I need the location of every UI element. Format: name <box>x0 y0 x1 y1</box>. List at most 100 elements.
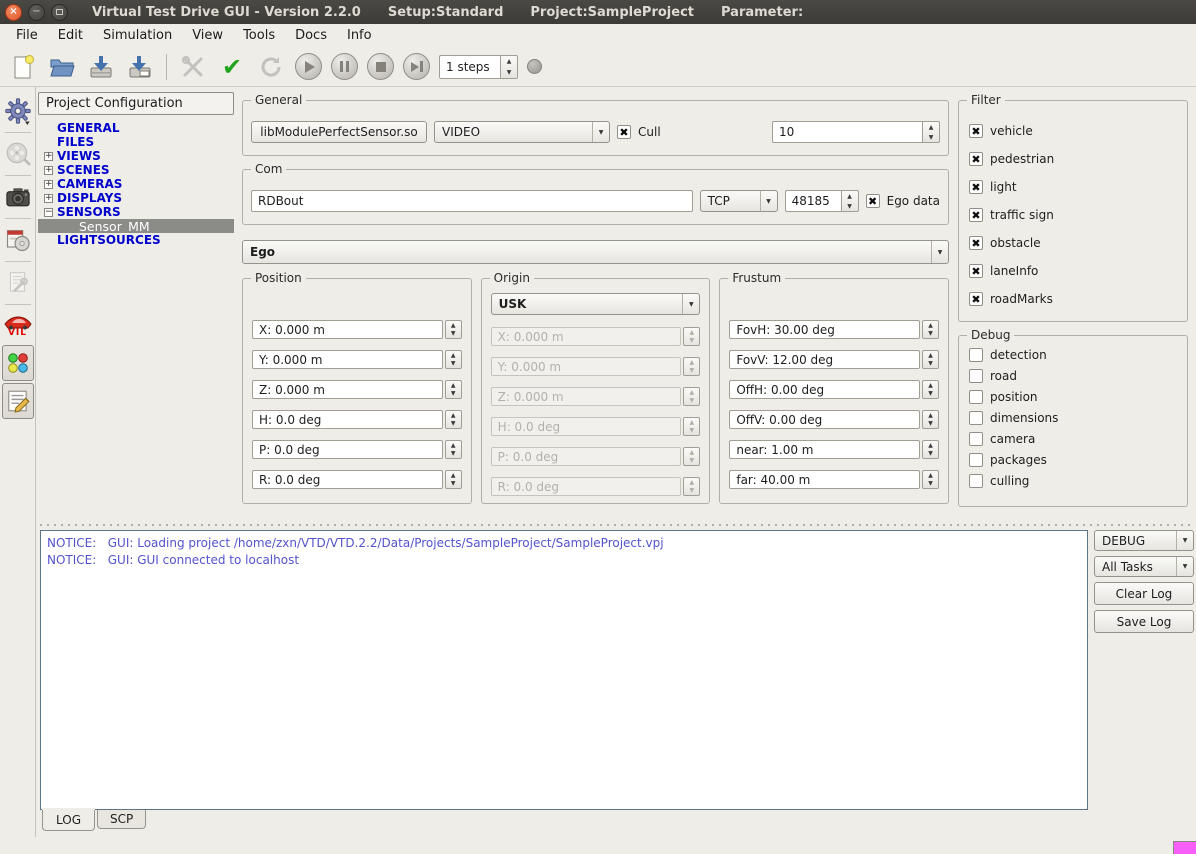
spin-buttons[interactable]: ▲ ▼ <box>922 410 940 429</box>
channel-input[interactable]: RDBout <box>251 190 693 212</box>
debug-item-detection[interactable]: detection <box>969 344 1177 365</box>
tree-item-sensors[interactable]: − SENSORS <box>38 205 234 219</box>
menu-edit[interactable]: Edit <box>48 25 93 46</box>
spin-up-icon[interactable]: ▲ <box>842 191 858 201</box>
tree-item-views[interactable]: + VIEWS <box>38 149 234 163</box>
menu-info[interactable]: Info <box>337 25 382 46</box>
spin-up-icon[interactable]: ▲ <box>923 441 938 450</box>
spin-down-icon[interactable]: ▼ <box>842 201 858 211</box>
tab-scp[interactable]: SCP <box>97 810 147 829</box>
port-spinbox[interactable]: 48185 ▲ ▼ <box>784 190 859 212</box>
spin-field[interactable]: Z: 0.000 m <box>252 380 443 399</box>
spin-field[interactable]: far: 40.00 m <box>729 470 921 489</box>
log-level-select[interactable]: DEBUG ▼ <box>1094 530 1194 551</box>
spin-down-icon[interactable]: ▼ <box>923 450 938 459</box>
position-h-spinbox[interactable]: H: 0.0 deg ▲ ▼ <box>252 410 462 429</box>
filter-item-pedestrian[interactable]: ✖ pedestrian <box>969 145 1177 173</box>
checkbox-unchecked-icon[interactable] <box>969 431 983 446</box>
steps-spin-buttons[interactable]: ▲ ▼ <box>501 54 518 79</box>
debug-item-road[interactable]: road <box>969 365 1177 386</box>
spin-buttons[interactable]: ▲ ▼ <box>922 470 940 489</box>
tree-item-displays[interactable]: + DISPLAYS <box>38 191 234 205</box>
steps-value[interactable]: 1 steps <box>439 54 501 79</box>
spin-up-icon[interactable]: ▲ <box>923 122 939 132</box>
expand-icon[interactable]: + <box>44 179 53 189</box>
collapse-icon[interactable]: − <box>44 207 53 217</box>
spin-down-icon[interactable]: ▼ <box>446 420 461 429</box>
position-x-spinbox[interactable]: X: 0.000 m ▲ ▼ <box>252 320 462 339</box>
spin-buttons[interactable]: ▲ ▼ <box>922 440 940 459</box>
spin-up-icon[interactable]: ▲ <box>446 471 461 480</box>
spin-up-icon[interactable]: ▲ <box>923 471 938 480</box>
spin-field[interactable]: near: 1.00 m <box>729 440 921 459</box>
spin-buttons[interactable]: ▲ ▼ <box>922 320 940 339</box>
debug-item-packages[interactable]: packages <box>969 449 1177 470</box>
spin-up-icon[interactable]: ▲ <box>446 411 461 420</box>
spin-up-icon[interactable]: ▲ <box>923 351 938 360</box>
debug-item-camera[interactable]: camera <box>969 428 1177 449</box>
spin-field[interactable]: OffH: 0.00 deg <box>729 380 921 399</box>
horizontal-splitter[interactable] <box>36 519 1196 530</box>
module-button[interactable]: libModulePerfectSensor.so <box>251 121 427 143</box>
save-button[interactable] <box>86 52 116 82</box>
pause-button[interactable] <box>331 53 358 80</box>
spin-buttons[interactable]: ▲ ▼ <box>444 380 462 399</box>
package-cd-button[interactable] <box>2 223 34 257</box>
spin-field[interactable]: FovH: 30.00 deg <box>729 320 921 339</box>
spin-down-icon[interactable]: ▼ <box>446 450 461 459</box>
vertical-splitter[interactable] <box>234 91 242 519</box>
spin-buttons[interactable]: ▲ ▼ <box>922 350 940 369</box>
log-viewport[interactable]: NOTICE: GUI: Loading project /home/zxn/V… <box>40 530 1088 810</box>
spin-down-icon[interactable]: ▼ <box>923 390 938 399</box>
save-log-button[interactable]: Save Log <box>1094 610 1194 633</box>
menu-file[interactable]: File <box>6 25 48 46</box>
debug-item-position[interactable]: position <box>969 386 1177 407</box>
menu-tools[interactable]: Tools <box>233 25 285 46</box>
checkbox-unchecked-icon[interactable] <box>969 452 983 467</box>
size-grip[interactable] <box>1173 841 1196 854</box>
spin-buttons[interactable]: ▲ ▼ <box>444 470 462 489</box>
checkbox-unchecked-icon[interactable] <box>969 473 983 488</box>
position-z-spinbox[interactable]: Z: 0.000 m ▲ ▼ <box>252 380 462 399</box>
tools-button[interactable] <box>178 52 208 82</box>
spin-buttons[interactable]: ▲ ▼ <box>444 320 462 339</box>
checkbox-unchecked-icon[interactable] <box>969 368 983 383</box>
spin-down-icon[interactable]: ▼ <box>923 132 939 142</box>
tree-item-scenes[interactable]: + SCENES <box>38 163 234 177</box>
position-y-spinbox[interactable]: Y: 0.000 m ▲ ▼ <box>252 350 462 369</box>
debug-item-culling[interactable]: culling <box>969 470 1177 491</box>
spin-up-icon[interactable]: ▲ <box>446 351 461 360</box>
debug-item-dimensions[interactable]: dimensions <box>969 407 1177 428</box>
frustum-fovv-spinbox[interactable]: FovV: 12.00 deg ▲ ▼ <box>729 350 940 369</box>
film-reel-button[interactable] <box>2 137 34 171</box>
validate-button[interactable]: ✔ <box>217 52 247 82</box>
filter-item-obstacle[interactable]: ✖ obstacle <box>969 229 1177 257</box>
open-project-button[interactable] <box>47 52 77 82</box>
checkbox-unchecked-icon[interactable] <box>969 347 983 362</box>
spin-up-icon[interactable]: ▲ <box>923 381 938 390</box>
clear-log-button[interactable]: Clear Log <box>1094 582 1194 605</box>
frustum-offh-spinbox[interactable]: OffH: 0.00 deg ▲ ▼ <box>729 380 940 399</box>
stop-button[interactable] <box>367 53 394 80</box>
spin-up-icon[interactable]: ▲ <box>923 411 938 420</box>
new-file-button[interactable] <box>8 52 38 82</box>
count-spinbox[interactable]: 10 ▲ ▼ <box>772 121 940 143</box>
maximize-button[interactable] <box>51 3 68 21</box>
spin-field[interactable]: P: 0.0 deg <box>252 440 443 459</box>
vil-car-button[interactable]: VIL <box>2 309 34 343</box>
spin-buttons[interactable]: ▲ ▼ <box>444 350 462 369</box>
expand-icon[interactable]: + <box>44 151 53 161</box>
spin-down-icon[interactable]: ▼ <box>446 390 461 399</box>
position-r-spinbox[interactable]: R: 0.0 deg ▲ ▼ <box>252 470 462 489</box>
settings-gear-button[interactable] <box>2 94 34 128</box>
tab-log[interactable]: LOG <box>42 810 96 831</box>
spin-up-icon[interactable]: ▲ <box>501 56 517 67</box>
tree-item-lightsources[interactable]: LIGHTSOURCES <box>38 233 234 247</box>
spin-up-icon[interactable]: ▲ <box>923 321 938 330</box>
spin-down-icon[interactable]: ▼ <box>501 67 517 78</box>
menu-docs[interactable]: Docs <box>285 25 337 46</box>
spin-down-icon[interactable]: ▼ <box>446 480 461 489</box>
mode-select[interactable]: VIDEO ▼ <box>434 121 610 143</box>
spin-down-icon[interactable]: ▼ <box>923 480 938 489</box>
filter-item-vehicle[interactable]: ✖ vehicle <box>969 117 1177 145</box>
